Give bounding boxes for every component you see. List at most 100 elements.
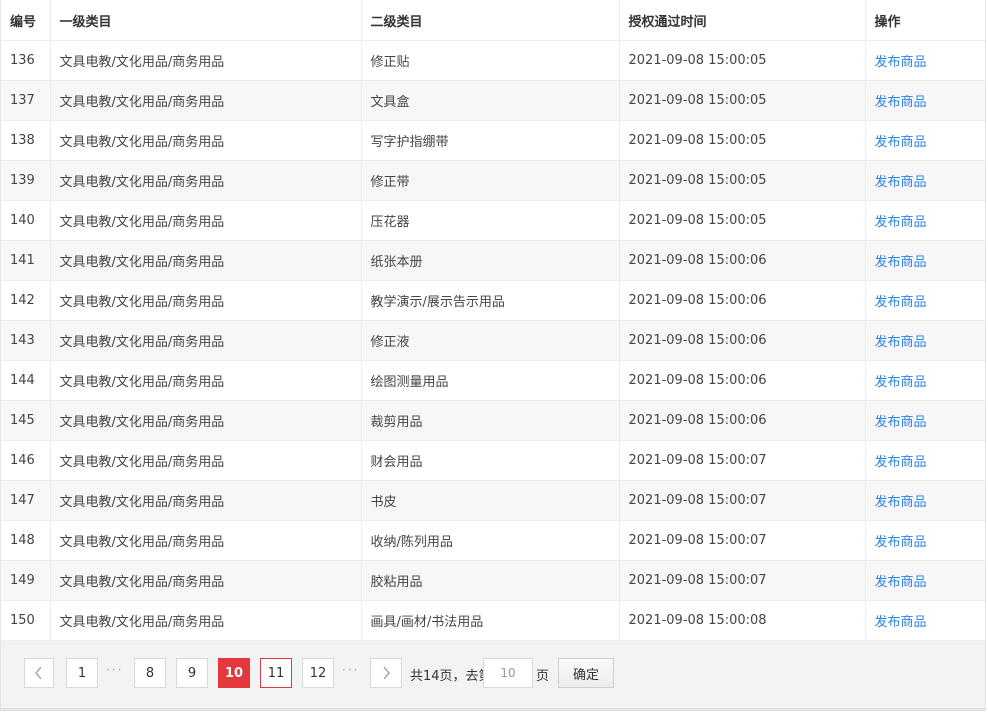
category-table-panel: 编号 一级类目 二级类目 授权通过时间 操作 136 文具电教/文化用品/商务用品… [0, 0, 986, 711]
cell-level1-category: 文具电教/文化用品/商务用品 [50, 400, 362, 441]
cell-id: 146 [1, 440, 51, 481]
pagination-bar: 1 ··· 8 9 10 11 12 ··· 共14页，去第 页 确定 [1, 641, 985, 708]
table-row: 147 文具电教/文化用品/商务用品 书皮 2021-09-08 15:00:07 发布… [1, 480, 985, 521]
cell-action: 发布商品 [865, 520, 985, 561]
cell-authorized-time: 2021-09-08 15:00:06 [619, 400, 866, 441]
cell-authorized-time: 2021-09-08 15:00:05 [619, 120, 866, 161]
page-button-12[interactable]: 12 [302, 658, 334, 688]
cell-authorized-time: 2021-09-08 15:00:05 [619, 160, 866, 201]
table-row: 146 文具电教/文化用品/商务用品 财会用品 2021-09-08 15:00:07… [1, 440, 985, 481]
page-button-9[interactable]: 9 [176, 658, 208, 688]
page-button-8[interactable]: 8 [134, 658, 166, 688]
cell-id: 149 [1, 560, 51, 601]
cell-id: 145 [1, 400, 51, 441]
cell-action: 发布商品 [865, 160, 985, 201]
pagination-ellipsis-left: ··· [106, 663, 124, 677]
header-level2-category: 二级类目 [361, 0, 620, 41]
cell-id: 137 [1, 80, 51, 121]
header-id: 编号 [1, 0, 51, 41]
authorized-category-table: 编号 一级类目 二级类目 授权通过时间 操作 136 文具电教/文化用品/商务用品… [1, 0, 985, 641]
publish-product-link[interactable]: 发布商品 [875, 175, 927, 190]
publish-product-link[interactable]: 发布商品 [875, 415, 927, 430]
cell-level1-category: 文具电教/文化用品/商务用品 [50, 440, 362, 481]
cell-id: 138 [1, 120, 51, 161]
chevron-right-icon [381, 666, 391, 680]
cell-authorized-time: 2021-09-08 15:00:08 [619, 600, 866, 641]
publish-product-link[interactable]: 发布商品 [875, 455, 927, 470]
page-button-11[interactable]: 11 [260, 658, 292, 688]
cell-action: 发布商品 [865, 480, 985, 521]
cell-id: 150 [1, 600, 51, 641]
cell-action: 发布商品 [865, 200, 985, 241]
publish-product-link[interactable]: 发布商品 [875, 575, 927, 590]
cell-action: 发布商品 [865, 600, 985, 641]
publish-product-link[interactable]: 发布商品 [875, 375, 927, 390]
cell-level1-category: 文具电教/文化用品/商务用品 [50, 80, 362, 121]
cell-level2-category: 教学演示/展示告示用品 [361, 280, 620, 321]
table-row: 141 文具电教/文化用品/商务用品 纸张本册 2021-09-08 15:00:06… [1, 240, 985, 281]
table-row: 149 文具电教/文化用品/商务用品 胶粘用品 2021-09-08 15:00:07… [1, 560, 985, 601]
cell-level2-category: 修正贴 [361, 40, 620, 81]
header-authorized-time: 授权通过时间 [619, 0, 866, 41]
cell-authorized-time: 2021-09-08 15:00:06 [619, 280, 866, 321]
page-button-1[interactable]: 1 [66, 658, 98, 688]
cell-action: 发布商品 [865, 80, 985, 121]
publish-product-link[interactable]: 发布商品 [875, 95, 927, 110]
table-row: 136 文具电教/文化用品/商务用品 修正贴 2021-09-08 15:00:05 发… [1, 40, 985, 81]
goto-page-input[interactable] [483, 658, 533, 688]
cell-level1-category: 文具电教/文化用品/商务用品 [50, 40, 362, 81]
cell-level2-category: 财会用品 [361, 440, 620, 481]
cell-level1-category: 文具电教/文化用品/商务用品 [50, 160, 362, 201]
cell-authorized-time: 2021-09-08 15:00:06 [619, 360, 866, 401]
cell-action: 发布商品 [865, 400, 985, 441]
cell-level1-category: 文具电教/文化用品/商务用品 [50, 520, 362, 561]
cell-authorized-time: 2021-09-08 15:00:07 [619, 440, 866, 481]
cell-authorized-time: 2021-09-08 15:00:05 [619, 200, 866, 241]
cell-id: 144 [1, 360, 51, 401]
publish-product-link[interactable]: 发布商品 [875, 495, 927, 510]
next-page-button[interactable] [370, 658, 402, 688]
publish-product-link[interactable]: 发布商品 [875, 135, 927, 150]
publish-product-link[interactable]: 发布商品 [875, 295, 927, 310]
chevron-left-icon [34, 666, 44, 680]
cell-authorized-time: 2021-09-08 15:00:07 [619, 480, 866, 521]
cell-level1-category: 文具电教/文化用品/商务用品 [50, 200, 362, 241]
cell-level2-category: 裁剪用品 [361, 400, 620, 441]
cell-id: 143 [1, 320, 51, 361]
table-row: 150 文具电教/文化用品/商务用品 画具/画材/书法用品 2021-09-08 15… [1, 600, 985, 641]
page-suffix-label: 页 [536, 669, 550, 684]
publish-product-link[interactable]: 发布商品 [875, 55, 927, 70]
cell-level2-category: 收纳/陈列用品 [361, 520, 620, 561]
cell-authorized-time: 2021-09-08 15:00:06 [619, 320, 866, 361]
cell-level2-category: 修正带 [361, 160, 620, 201]
table-row: 138 文具电教/文化用品/商务用品 写字护指绷带 2021-09-08 15:00:… [1, 120, 985, 161]
cell-action: 发布商品 [865, 320, 985, 361]
header-action: 操作 [865, 0, 985, 41]
cell-level2-category: 书皮 [361, 480, 620, 521]
confirm-goto-button[interactable]: 确定 [558, 658, 614, 688]
cell-action: 发布商品 [865, 560, 985, 601]
table-row: 140 文具电教/文化用品/商务用品 压花器 2021-09-08 15:00:05 发… [1, 200, 985, 241]
cell-level1-category: 文具电教/文化用品/商务用品 [50, 480, 362, 521]
cell-id: 140 [1, 200, 51, 241]
cell-action: 发布商品 [865, 240, 985, 281]
table-row: 139 文具电教/文化用品/商务用品 修正带 2021-09-08 15:00:05 发… [1, 160, 985, 201]
publish-product-link[interactable]: 发布商品 [875, 215, 927, 230]
publish-product-link[interactable]: 发布商品 [875, 615, 927, 630]
publish-product-link[interactable]: 发布商品 [875, 535, 927, 550]
table-header-row: 编号 一级类目 二级类目 授权通过时间 操作 [1, 0, 985, 41]
publish-product-link[interactable]: 发布商品 [875, 335, 927, 350]
page-button-10-current[interactable]: 10 [218, 658, 250, 688]
cell-level1-category: 文具电教/文化用品/商务用品 [50, 360, 362, 401]
cell-action: 发布商品 [865, 440, 985, 481]
publish-product-link[interactable]: 发布商品 [875, 255, 927, 270]
prev-page-button[interactable] [24, 658, 54, 688]
cell-level2-category: 修正液 [361, 320, 620, 361]
table-row: 137 文具电教/文化用品/商务用品 文具盒 2021-09-08 15:00:05 发… [1, 80, 985, 121]
table-row: 144 文具电教/文化用品/商务用品 绘图测量用品 2021-09-08 15:00:… [1, 360, 985, 401]
cell-authorized-time: 2021-09-08 15:00:05 [619, 40, 866, 81]
cell-level1-category: 文具电教/文化用品/商务用品 [50, 280, 362, 321]
cell-id: 139 [1, 160, 51, 201]
cell-level1-category: 文具电教/文化用品/商务用品 [50, 320, 362, 361]
cell-action: 发布商品 [865, 360, 985, 401]
